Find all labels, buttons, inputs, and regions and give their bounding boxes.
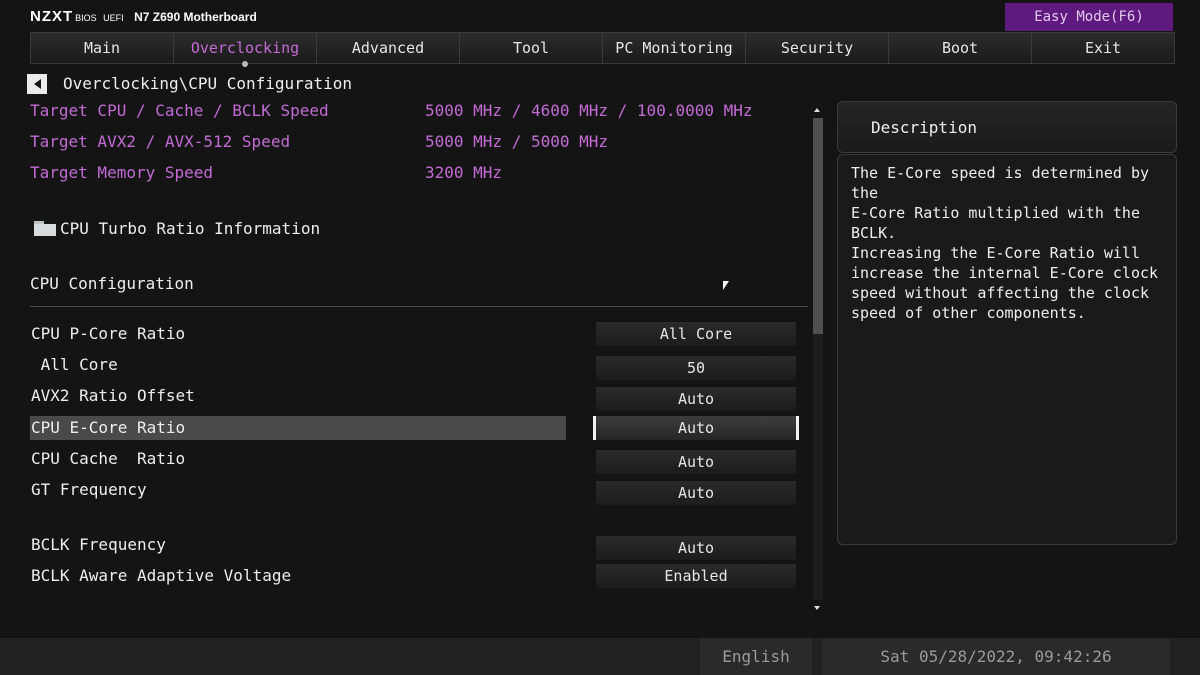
setting-value-gt-frequency[interactable]: Auto xyxy=(596,481,796,505)
language-selector[interactable]: English xyxy=(700,638,812,675)
target-avx-label: Target AVX2 / AVX-512 Speed xyxy=(30,132,291,151)
setting-value-avx2-offset[interactable]: Auto xyxy=(596,387,796,411)
target-avx-value: 5000 MHz / 5000 MHz xyxy=(425,132,609,151)
bios-label: BIOS xyxy=(75,13,97,23)
top-bar: NZXT BIOS UEFI N7 Z690 Motherboard Easy M… xyxy=(0,0,1200,32)
scrollbar-thumb[interactable] xyxy=(813,118,823,334)
target-cpu-label: Target CPU / Cache / BCLK Speed xyxy=(30,101,329,120)
tab-exit[interactable]: Exit xyxy=(1031,32,1175,64)
setting-label-gt-frequency[interactable]: GT Frequency xyxy=(31,480,147,499)
setting-label-e-core-ratio[interactable]: CPU E-Core Ratio xyxy=(31,418,185,437)
target-cpu-value: 5000 MHz / 4600 MHz / 100.0000 MHz xyxy=(425,101,753,120)
tab-security[interactable]: Security xyxy=(745,32,888,64)
setting-label-avx2-offset[interactable]: AVX2 Ratio Offset xyxy=(31,386,195,405)
setting-label-bclk-adaptive-voltage[interactable]: BCLK Aware Adaptive Voltage xyxy=(31,566,291,585)
setting-label-cache-ratio[interactable]: CPU Cache Ratio xyxy=(31,449,185,468)
setting-value-bclk-frequency[interactable]: Auto xyxy=(596,536,796,560)
scroll-down-arrow-icon[interactable] xyxy=(814,606,820,610)
tab-main[interactable]: Main xyxy=(30,32,173,64)
cpu-turbo-ratio-submenu[interactable]: CPU Turbo Ratio Information xyxy=(60,219,320,238)
brand: NZXT BIOS UEFI N7 Z690 Motherboard xyxy=(30,8,257,26)
description-panel: The E-Core speed is determined by the E-… xyxy=(837,154,1177,545)
target-memory-value: 3200 MHz xyxy=(425,163,503,182)
model-name: N7 Z690 Motherboard xyxy=(134,10,257,24)
easy-mode-button[interactable]: Easy Mode(F6) xyxy=(1005,3,1173,31)
breadcrumb: Overclocking\CPU Configuration xyxy=(63,74,352,93)
mouse-cursor-icon xyxy=(723,281,729,290)
setting-value-bclk-adaptive-voltage[interactable]: Enabled xyxy=(596,564,796,588)
setting-value-p-core-ratio[interactable]: All Core xyxy=(596,322,796,346)
target-memory-label: Target Memory Speed xyxy=(30,163,214,182)
section-divider xyxy=(30,306,808,307)
folder-icon xyxy=(34,221,56,236)
description-title: Description xyxy=(871,118,977,137)
brand-logo: NZXT xyxy=(30,8,74,25)
tab-advanced[interactable]: Advanced xyxy=(316,32,459,64)
tab-tool[interactable]: Tool xyxy=(459,32,602,64)
main-tabs: Main Overclocking Advanced Tool PC Monit… xyxy=(30,32,1175,67)
setting-value-cache-ratio[interactable]: Auto xyxy=(596,450,796,474)
tab-overclocking[interactable]: Overclocking xyxy=(173,32,316,67)
setting-value-e-core-ratio[interactable]: Auto xyxy=(593,416,799,440)
setting-label-all-core[interactable]: All Core xyxy=(31,355,118,374)
setting-label-bclk-frequency[interactable]: BCLK Frequency xyxy=(31,535,166,554)
description-header: Description xyxy=(837,101,1177,153)
setting-label-p-core-ratio[interactable]: CPU P-Core Ratio xyxy=(31,324,185,343)
scroll-up-arrow-icon[interactable] xyxy=(814,108,820,112)
section-title: CPU Configuration xyxy=(30,274,194,293)
tab-pc-monitoring[interactable]: PC Monitoring xyxy=(602,32,745,64)
setting-value-all-core[interactable]: 50 xyxy=(596,356,796,380)
date-time[interactable]: Sat 05/28/2022, 09:42:26 xyxy=(822,638,1170,675)
uefi-label: UEFI xyxy=(103,13,124,23)
back-arrow-icon[interactable] xyxy=(27,74,47,94)
tab-boot[interactable]: Boot xyxy=(888,32,1031,64)
description-text: The E-Core speed is determined by the E-… xyxy=(851,164,1159,322)
